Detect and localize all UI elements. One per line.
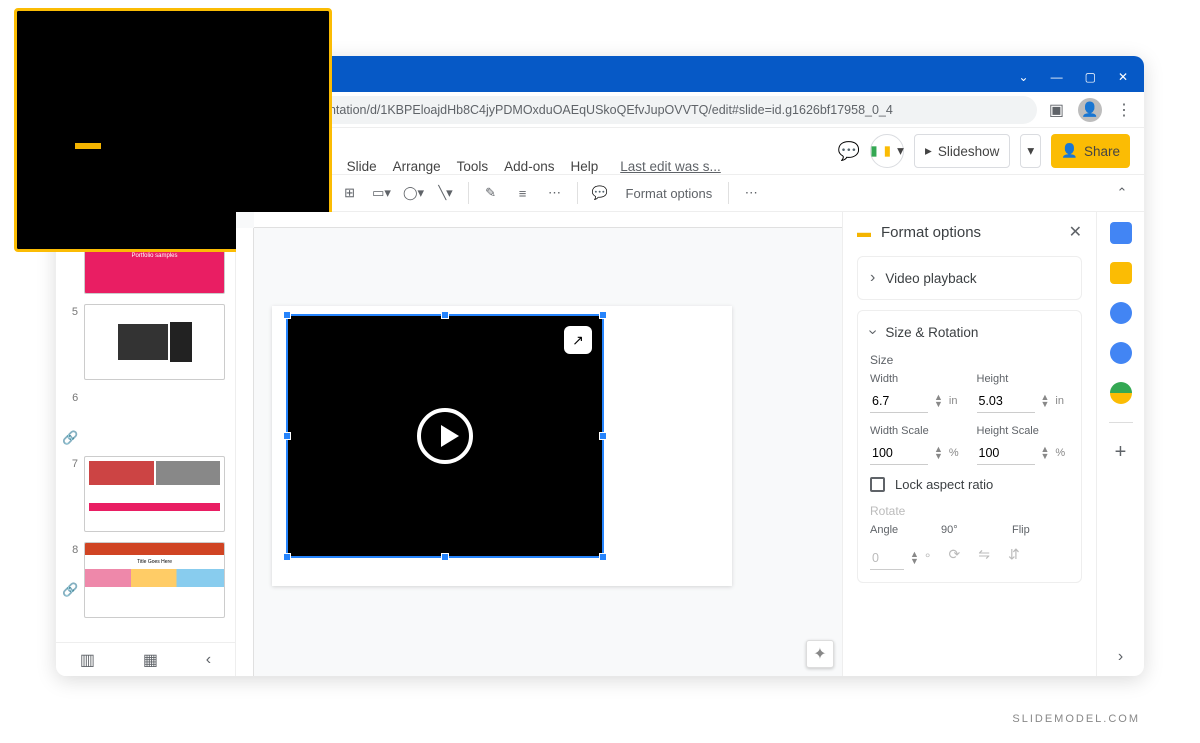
- height-scale-input[interactable]: [977, 441, 1035, 465]
- window-dropdown-icon[interactable]: ⌄: [1019, 70, 1029, 84]
- last-edit-status[interactable]: Last edit was s...: [620, 159, 721, 174]
- filmstrip-view-icon[interactable]: ▥: [80, 650, 95, 670]
- split-tab-icon[interactable]: ▣: [1049, 100, 1064, 120]
- format-options-button[interactable]: Format options: [618, 186, 721, 201]
- addons-plus-icon[interactable]: +: [1115, 441, 1127, 464]
- resize-handle-e[interactable]: [599, 432, 607, 440]
- window-close-icon[interactable]: ✕: [1118, 70, 1128, 84]
- textbox-icon[interactable]: ⊞: [336, 179, 364, 207]
- resize-handle-nw[interactable]: [283, 311, 291, 319]
- slideshow-dropdown[interactable]: ▾: [1020, 134, 1041, 168]
- rotate-90-icon[interactable]: ⟳: [949, 546, 961, 570]
- watermark: SLIDEMODEL.COM: [1012, 713, 1140, 725]
- filmstrip: Portfolio samples 5 6🔗 7 8🔗 Title Goes H…: [56, 212, 236, 676]
- size-heading: Size: [870, 353, 1069, 367]
- size-rotation-section: Size & Rotation Size Width ▲▼ in: [857, 310, 1082, 583]
- image-icon[interactable]: ▭▾: [368, 179, 396, 207]
- height-stepper[interactable]: ▲▼: [1041, 394, 1050, 408]
- slide-canvas[interactable]: ↗ ✦: [236, 212, 842, 676]
- slide-thumb-7[interactable]: [84, 456, 225, 532]
- meet-button[interactable]: ▮▮▾: [870, 134, 904, 168]
- calendar-icon[interactable]: [1110, 222, 1132, 244]
- hide-sidepanel-icon[interactable]: ›: [1118, 648, 1123, 666]
- format-panel-title: Format options: [881, 224, 1059, 241]
- format-options-panel: ▬ Format options ✕ Video playback Size &…: [842, 212, 1096, 676]
- width-scale-input[interactable]: [870, 441, 928, 465]
- url-path: /presentation/d/1KBPEloajdHb8C4jyPDMOxdu…: [294, 103, 893, 117]
- explore-button[interactable]: ✦: [806, 640, 834, 668]
- flip-h-icon[interactable]: ⇋: [978, 546, 990, 570]
- width-scale-stepper[interactable]: ▲▼: [934, 446, 943, 460]
- share-button[interactable]: 👤 Share: [1051, 134, 1130, 168]
- width-stepper[interactable]: ▲▼: [934, 394, 943, 408]
- border-weight-icon[interactable]: ≡: [509, 179, 537, 207]
- width-input[interactable]: [870, 389, 928, 413]
- resize-handle-ne[interactable]: [599, 311, 607, 319]
- format-panel-icon: ▬: [857, 224, 871, 240]
- shape-icon[interactable]: ◯▾: [400, 179, 428, 207]
- slide-thumb-5[interactable]: [84, 304, 225, 380]
- slide-thumb-6[interactable]: [56, 212, 235, 250]
- border-dash-icon[interactable]: ⋯: [541, 179, 569, 207]
- comments-icon[interactable]: 💬: [838, 141, 860, 162]
- tasks-icon[interactable]: [1110, 302, 1132, 324]
- window-maximize-icon[interactable]: ▢: [1085, 70, 1096, 84]
- menu-help[interactable]: Help: [570, 159, 598, 174]
- grid-view-icon[interactable]: ▦: [143, 650, 158, 670]
- maps-icon[interactable]: [1110, 382, 1132, 404]
- lock-aspect-checkbox[interactable]: [870, 477, 885, 492]
- border-color-icon[interactable]: ✎: [477, 179, 505, 207]
- resize-handle-s[interactable]: [441, 553, 449, 561]
- link-indicator-icon: 🔗: [62, 430, 78, 446]
- window-minimize-icon[interactable]: —: [1051, 70, 1063, 84]
- slide-thumb-8[interactable]: Title Goes Here: [84, 542, 225, 618]
- play-icon[interactable]: [417, 408, 473, 464]
- menu-slide[interactable]: Slide: [347, 159, 377, 174]
- menu-addons[interactable]: Add-ons: [504, 159, 554, 174]
- profile-avatar[interactable]: 👤: [1078, 98, 1102, 122]
- height-input[interactable]: [977, 389, 1035, 413]
- video-object[interactable]: ↗: [288, 316, 602, 556]
- resize-handle-w[interactable]: [283, 432, 291, 440]
- resize-handle-n[interactable]: [441, 311, 449, 319]
- menu-tools[interactable]: Tools: [457, 159, 489, 174]
- ruler-vertical: [236, 228, 254, 676]
- flip-v-icon[interactable]: ⇵: [1008, 546, 1020, 570]
- link-indicator-icon: 🔗: [62, 582, 78, 598]
- menu-arrange[interactable]: Arrange: [393, 159, 441, 174]
- resize-handle-se[interactable]: [599, 553, 607, 561]
- popout-icon[interactable]: ↗: [564, 326, 592, 354]
- close-panel-icon[interactable]: ✕: [1069, 222, 1082, 242]
- ruler-horizontal: [254, 212, 842, 228]
- line-icon[interactable]: ╲▾: [432, 179, 460, 207]
- browser-menu-icon[interactable]: ⋮: [1116, 100, 1132, 120]
- height-scale-stepper[interactable]: ▲▼: [1041, 446, 1050, 460]
- comment-icon[interactable]: 💬: [586, 179, 614, 207]
- side-panel: + ›: [1096, 212, 1144, 676]
- resize-handle-sw[interactable]: [283, 553, 291, 561]
- lock-aspect-label: Lock aspect ratio: [895, 477, 993, 492]
- angle-input[interactable]: [870, 546, 904, 570]
- contacts-icon[interactable]: [1110, 342, 1132, 364]
- slideshow-button[interactable]: ▸ Slideshow: [914, 134, 1010, 168]
- more-tools-icon[interactable]: ⋯: [737, 179, 765, 207]
- keep-icon[interactable]: [1110, 262, 1132, 284]
- current-slide[interactable]: ↗: [272, 306, 732, 586]
- video-playback-section[interactable]: Video playback: [857, 256, 1082, 300]
- collapse-filmstrip-icon[interactable]: ‹: [206, 651, 211, 669]
- size-rotation-toggle[interactable]: Size & Rotation: [870, 323, 1069, 341]
- collapse-toolbar-icon[interactable]: ⌃: [1108, 179, 1136, 207]
